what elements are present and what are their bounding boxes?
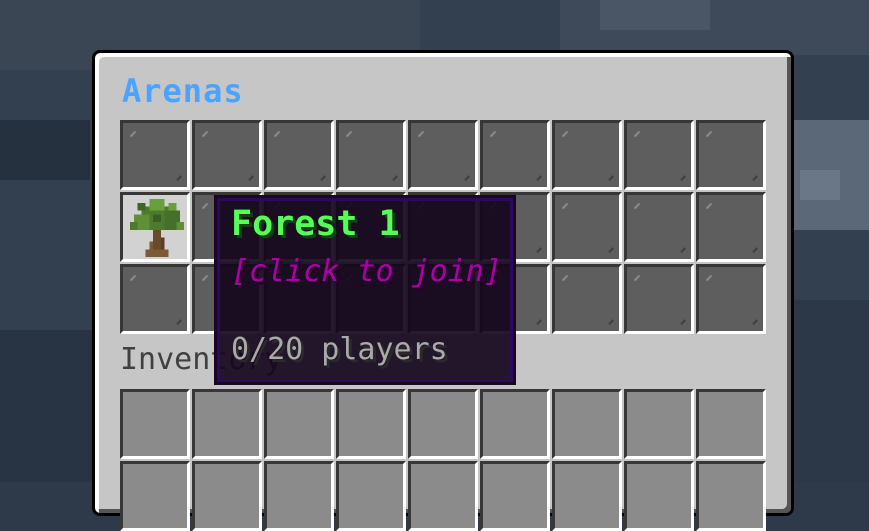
arena-slot[interactable]: [696, 192, 766, 262]
oak-tree-icon: [129, 199, 185, 257]
arena-slot[interactable]: [696, 120, 766, 190]
window-title: Arenas: [122, 72, 244, 110]
arena-slot[interactable]: [552, 192, 622, 262]
inventory-slot[interactable]: [192, 389, 262, 459]
inventory-slot[interactable]: [336, 389, 406, 459]
inventory-slot[interactable]: [624, 461, 694, 531]
inventory-slot[interactable]: [336, 461, 406, 531]
arena-slot[interactable]: [696, 264, 766, 334]
arena-slot[interactable]: [408, 120, 478, 190]
player-inventory-grid: [120, 389, 766, 531]
inventory-slot[interactable]: [480, 461, 550, 531]
inventory-slot[interactable]: [120, 461, 190, 531]
inventory-slot[interactable]: [120, 389, 190, 459]
arena-slot[interactable]: [552, 120, 622, 190]
arena-slot[interactable]: [120, 120, 190, 190]
tooltip-join-hint: [click to join]: [231, 254, 502, 289]
arena-slot[interactable]: [480, 120, 550, 190]
inventory-slot[interactable]: [264, 461, 334, 531]
arena-slot[interactable]: [264, 120, 334, 190]
arena-slot-forest-1[interactable]: [120, 192, 190, 262]
arena-slot[interactable]: [192, 120, 262, 190]
inventory-slot[interactable]: [480, 389, 550, 459]
inventory-slot[interactable]: [552, 389, 622, 459]
arena-slot[interactable]: [552, 264, 622, 334]
inventory-slot[interactable]: [408, 461, 478, 531]
inventory-slot[interactable]: [264, 389, 334, 459]
inventory-slot[interactable]: [696, 389, 766, 459]
tooltip-arena-name: Forest 1: [231, 204, 400, 244]
arena-slot[interactable]: [336, 120, 406, 190]
inventory-slot[interactable]: [624, 389, 694, 459]
arena-slot[interactable]: [624, 264, 694, 334]
inventory-slot[interactable]: [192, 461, 262, 531]
inventory-slot[interactable]: [408, 389, 478, 459]
arena-slot[interactable]: [624, 192, 694, 262]
inventory-slot[interactable]: [696, 461, 766, 531]
arena-slot[interactable]: [624, 120, 694, 190]
inventory-slot[interactable]: [552, 461, 622, 531]
arena-slot[interactable]: [120, 264, 190, 334]
tooltip-player-count: 0/20 players: [231, 332, 448, 367]
arena-tooltip: Forest 1 [click to join] 0/20 players: [214, 195, 516, 385]
